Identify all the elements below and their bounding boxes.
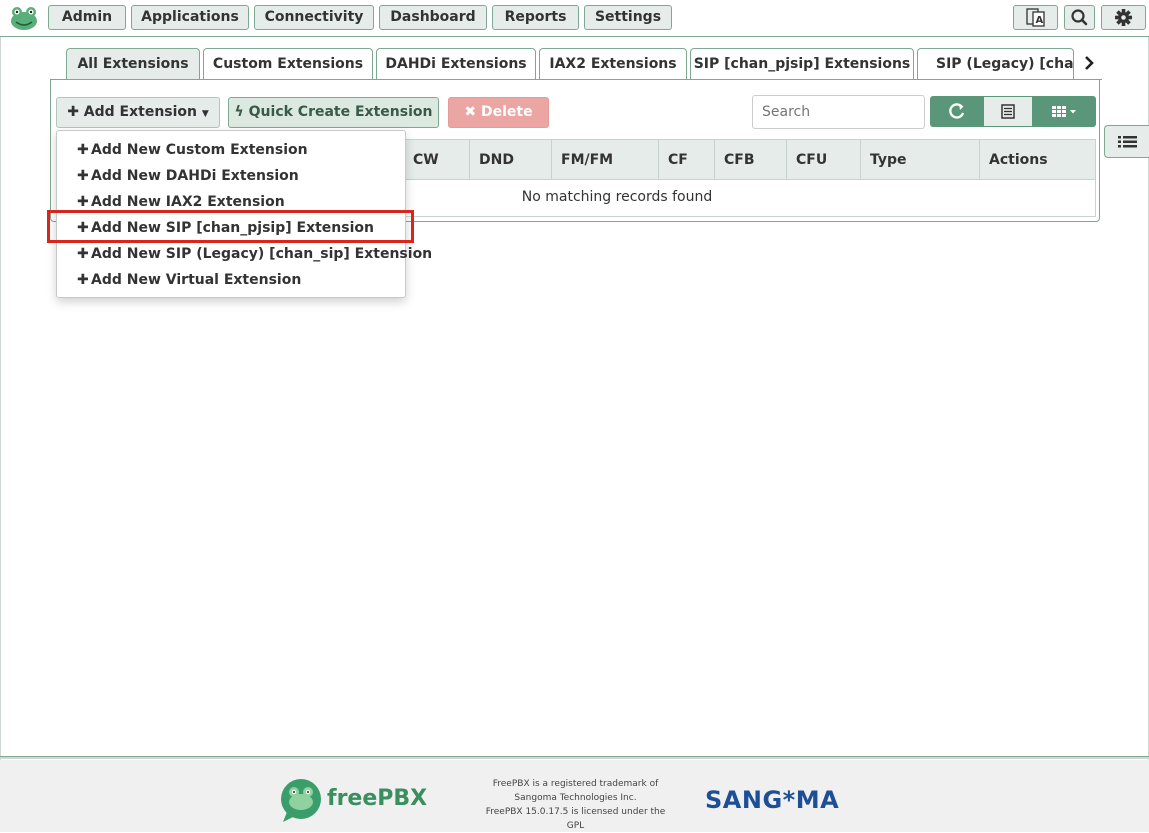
menu-item-label: Add New SIP (Legacy) [chan_sip] Extensio…: [91, 246, 433, 262]
legal-line: FreePBX is a registered trademark of: [492, 779, 659, 789]
toggle-view-button[interactable]: [983, 96, 1033, 127]
columns-button[interactable]: [1033, 96, 1096, 127]
delete-label: Delete: [481, 104, 533, 120]
search-button[interactable]: [1064, 5, 1095, 30]
add-extension-button[interactable]: ✚ Add Extension ▼: [56, 97, 220, 128]
refresh-button[interactable]: [930, 96, 983, 127]
tab-iax2-extensions[interactable]: IAX2 Extensions: [539, 48, 687, 79]
tab-all-extensions[interactable]: All Extensions: [66, 48, 200, 80]
menu-item-label: Add New IAX2 Extension: [91, 194, 285, 210]
menu-item-add-sip-legacy-extension[interactable]: ✚ Add New SIP (Legacy) [chan_sip] Extensi…: [77, 244, 432, 264]
tab-sip-pjsip-extensions[interactable]: SIP [chan_pjsip] Extensions: [690, 48, 914, 79]
chevron-right-icon[interactable]: [1082, 54, 1096, 72]
delete-button[interactable]: ✖ Delete: [448, 97, 549, 128]
translate-icon: A: [1026, 8, 1045, 27]
gear-icon: [1115, 9, 1132, 26]
column-header-type[interactable]: Type: [860, 140, 980, 180]
legal-notice: FreePBX is a registered trademark of San…: [478, 777, 673, 833]
column-header-cfb[interactable]: CFB: [714, 140, 787, 180]
footer-divider: [0, 756, 1149, 759]
sangoma-logo[interactable]: SANG*MA: [705, 786, 839, 814]
column-header-cf[interactable]: CF: [658, 140, 715, 180]
grid-icon: [1052, 106, 1076, 117]
menu-item-add-dahdi-extension[interactable]: ✚ Add New DAHDi Extension: [77, 166, 299, 186]
language-button[interactable]: A: [1013, 5, 1058, 30]
menu-item-label: Add New Virtual Extension: [91, 272, 302, 288]
menu-item-label: Add New Custom Extension: [91, 142, 308, 158]
plus-icon: ✚: [77, 272, 89, 288]
times-icon: ✖: [464, 104, 477, 120]
column-header-fmfm[interactable]: FM/FM: [551, 140, 659, 180]
freepbx-brand-text: freePBX: [327, 786, 428, 811]
freepbx-frog-logo-icon[interactable]: [8, 4, 40, 32]
column-header-cw[interactable]: CW: [403, 140, 469, 180]
add-extension-label: Add Extension: [83, 104, 198, 120]
tab-custom-extensions[interactable]: Custom Extensions: [203, 48, 373, 79]
caret-down-icon: ▼: [201, 109, 209, 119]
column-header-actions: Actions: [979, 140, 1095, 180]
nav-settings[interactable]: Settings: [584, 5, 672, 30]
plus-icon: ✚: [77, 142, 89, 158]
bolt-icon: ϟ: [234, 104, 244, 120]
plus-icon: ✚: [77, 194, 89, 210]
nav-dashboard[interactable]: Dashboard: [379, 5, 487, 30]
nav-admin[interactable]: Admin: [48, 5, 126, 30]
freepbx-logo-icon[interactable]: [279, 778, 325, 824]
quick-create-label: Quick Create Extension: [248, 104, 433, 120]
column-header-cfu[interactable]: CFU: [786, 140, 860, 180]
menu-item-label: Add New DAHDi Extension: [91, 168, 299, 184]
sidebar-toggle-button[interactable]: [1104, 125, 1149, 158]
nav-applications[interactable]: Applications: [131, 5, 249, 30]
tab-dahdi-extensions[interactable]: DAHDi Extensions: [376, 48, 536, 79]
menu-item-add-iax2-extension[interactable]: ✚ Add New IAX2 Extension: [77, 192, 285, 212]
plus-icon: ✚: [77, 246, 89, 262]
top-nav: Admin Applications Connectivity Dashboar…: [0, 0, 1149, 37]
legal-line: GPL: [566, 821, 585, 831]
search-input[interactable]: [752, 95, 925, 129]
plus-icon: ✚: [77, 168, 89, 184]
legal-line: FreePBX 15.0.17.5 is licensed under the: [485, 807, 666, 817]
menu-item-add-custom-extension[interactable]: ✚ Add New Custom Extension: [77, 140, 308, 160]
search-icon: [1071, 9, 1088, 26]
column-header-dnd[interactable]: DND: [469, 140, 551, 180]
highlight-annotation-box: [47, 210, 414, 243]
settings-button[interactable]: [1101, 5, 1146, 30]
quick-create-extension-button[interactable]: ϟ Quick Create Extension: [228, 97, 439, 128]
menu-item-add-virtual-extension[interactable]: ✚ Add New Virtual Extension: [77, 270, 301, 290]
list-icon: [1118, 136, 1137, 148]
svg-text:A: A: [1036, 15, 1044, 26]
legal-line: Sangoma Technologies Inc.: [514, 793, 637, 803]
nav-connectivity[interactable]: Connectivity: [254, 5, 374, 30]
tab-sip-legacy-extensions[interactable]: SIP (Legacy) [chan_sip] Extensions: [917, 48, 1074, 79]
list-alt-icon: [1001, 104, 1015, 119]
refresh-icon: [949, 103, 965, 119]
plus-icon: ✚: [67, 104, 79, 120]
nav-reports[interactable]: Reports: [492, 5, 579, 30]
